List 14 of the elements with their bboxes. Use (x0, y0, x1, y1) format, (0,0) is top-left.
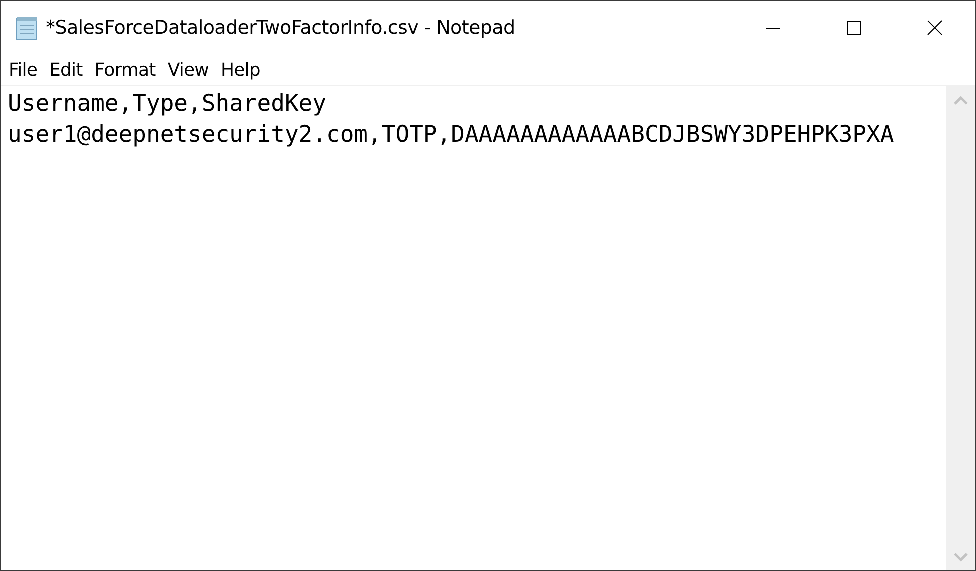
maximize-icon (846, 20, 862, 36)
text-line: user1@deepnetsecurity2.com,TOTP,DAAAAAAAAAAAABCDJBSWY3DPEHPK3PXA (8, 121, 896, 150)
close-icon (926, 20, 942, 36)
text-line: Username,Type,SharedKey (8, 90, 328, 119)
menu-item[interactable]: Edit (44, 60, 89, 80)
menu-item[interactable]: Help (214, 60, 266, 80)
scroll-up-icon[interactable] (954, 96, 968, 105)
notepad-icon (14, 15, 40, 41)
window-title: *SalesForceDataloaderTwoFactorInfo.csv - Notepad (46, 17, 516, 39)
scrollbar[interactable] (946, 86, 975, 570)
scroll-down-icon[interactable] (954, 553, 968, 562)
menu-item[interactable]: File (3, 60, 44, 80)
menu-item[interactable]: View (162, 60, 215, 80)
menu-item[interactable]: Format (88, 60, 162, 80)
